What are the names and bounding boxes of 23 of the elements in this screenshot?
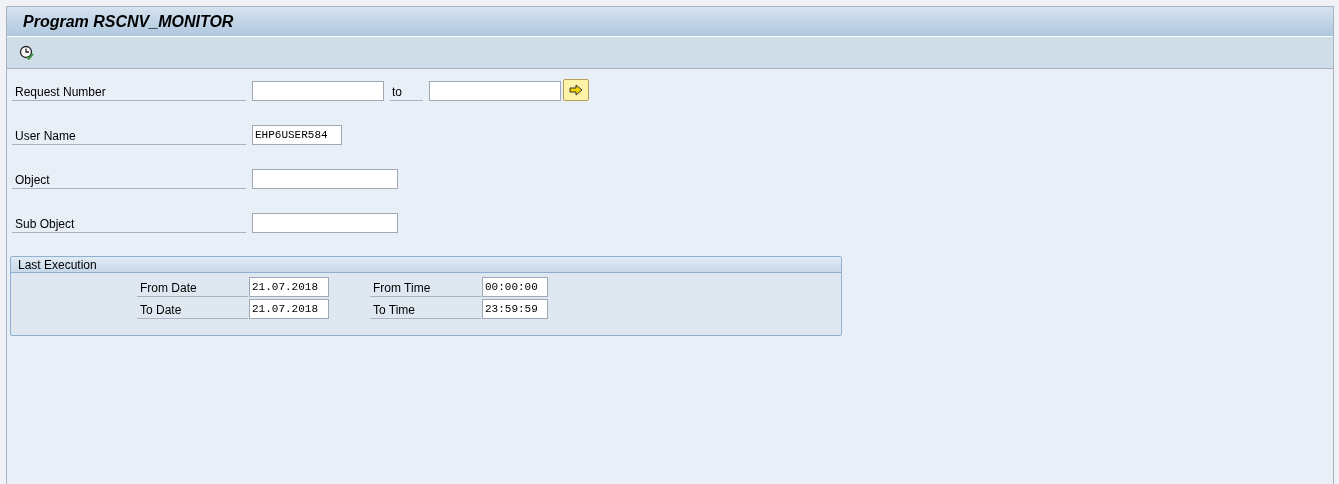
input-field[interactable]: EHP6USER584 bbox=[252, 125, 342, 145]
group-title: Last Execution bbox=[18, 256, 97, 274]
range-separator-label: to bbox=[391, 84, 402, 100]
input-field[interactable] bbox=[252, 213, 398, 233]
window-title: Program RSCNV_MONITOR bbox=[23, 11, 234, 32]
input-field[interactable] bbox=[252, 169, 398, 189]
clock-check-icon bbox=[19, 44, 35, 61]
input-field[interactable] bbox=[252, 81, 384, 101]
field-label: To Date bbox=[139, 302, 182, 318]
field-label: From Time bbox=[372, 280, 431, 296]
field-label: Sub Object bbox=[14, 216, 75, 232]
field-label: Request Number bbox=[14, 84, 106, 100]
field-label: From Date bbox=[139, 280, 197, 296]
field-label: To Time bbox=[372, 302, 415, 318]
input-field[interactable]: 23:59:59 bbox=[482, 299, 548, 319]
input-field[interactable]: 21.07.2018 bbox=[249, 277, 329, 297]
input-field[interactable]: 00:00:00 bbox=[482, 277, 548, 297]
input-field[interactable]: 21.07.2018 bbox=[249, 299, 329, 319]
multiple-selection-button[interactable] bbox=[563, 79, 589, 101]
field-label: Object bbox=[14, 172, 50, 188]
input-field[interactable] bbox=[429, 81, 561, 101]
field-label: User Name bbox=[14, 128, 76, 144]
arrow-right-icon bbox=[569, 84, 583, 96]
